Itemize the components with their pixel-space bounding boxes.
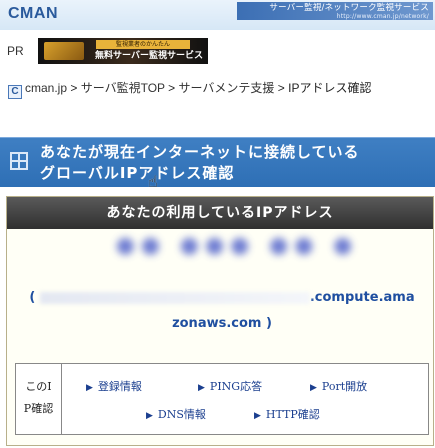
- breadcrumb-item-home[interactable]: cman.jp: [25, 81, 67, 95]
- arrow-right-icon: ▶: [310, 383, 317, 393]
- hand-cursor-icon: ☝: [148, 172, 158, 191]
- tool-link-http[interactable]: ▶ HTTP確認: [254, 406, 320, 422]
- hostname-value: ( .compute.ama zonaws.com ): [17, 285, 427, 337]
- tool-link-port[interactable]: ▶ Port開放: [310, 378, 367, 394]
- tool-link-dns[interactable]: ▶ DNS情報: [146, 406, 206, 422]
- ad-logo-icon: [44, 42, 84, 60]
- tool-link-label: DNS情報: [157, 408, 206, 421]
- header-banner-url: http://www.cman.jp/network/: [336, 13, 429, 20]
- breadcrumb-item-monitoring-top[interactable]: サーバ監視TOP: [81, 81, 165, 95]
- hostname-suffix: .compute.ama: [309, 290, 415, 305]
- ip-result-panel: あなたの利用しているIPアドレス ●● ●●● ●● ● ( .compute.…: [6, 196, 434, 446]
- ip-tools-label: このI P確認: [16, 364, 62, 434]
- site-header: CMAN サーバー監視/ネットワーク監視サービス http://www.cman…: [0, 0, 435, 30]
- ip-check-banner-line2: グローバルIPアドレス確認: [40, 164, 235, 182]
- pr-row: PR 監視業者のかんたん 無料サーバー監視サービス: [0, 34, 435, 66]
- tool-link-registration[interactable]: ▶ 登録情報: [86, 378, 142, 394]
- breadcrumb-item-maintenance[interactable]: サーバメンテ支援: [179, 81, 275, 95]
- tool-link-label: Port開放: [321, 380, 368, 393]
- tool-link-ping[interactable]: ▶ PING応答: [198, 378, 262, 394]
- grid-icon: [10, 152, 28, 170]
- ip-check-banner-text: あなたが現在インターネットに接続している グローバルIPアドレス確認: [40, 142, 432, 184]
- ip-result-title: あなたの利用しているIPアドレス: [7, 197, 433, 229]
- ad-tagline: 監視業者のかんたん: [96, 40, 190, 49]
- ad-text: 無料サーバー監視サービス: [95, 51, 203, 61]
- ip-check-banner-line1: あなたが現在インターネットに接続している: [40, 143, 360, 161]
- ip-tools-label-line1: このI: [25, 380, 52, 393]
- arrow-right-icon: ▶: [146, 411, 153, 421]
- ip-tools-label-line2: P確認: [23, 402, 54, 415]
- arrow-right-icon: ▶: [86, 383, 93, 393]
- arrow-right-icon: ▶: [254, 411, 261, 421]
- hostname-redacted: [39, 291, 310, 304]
- tool-link-label: HTTP確認: [265, 408, 320, 421]
- tool-link-label: 登録情報: [97, 380, 142, 393]
- ad-banner[interactable]: 監視業者のかんたん 無料サーバー監視サービス: [38, 38, 208, 64]
- breadcrumb-item-current: IPアドレス確認: [288, 81, 372, 95]
- header-banner[interactable]: サーバー監視/ネットワーク監視サービス http://www.cman.jp/n…: [237, 2, 433, 20]
- cman-icon: C: [8, 85, 22, 99]
- breadcrumb-separator: >: [274, 81, 289, 95]
- ip-address-value: ●● ●●● ●● ●: [115, 233, 359, 258]
- arrow-right-icon: ▶: [198, 383, 205, 393]
- tool-link-label: PING応答: [209, 380, 263, 393]
- breadcrumb-separator: >: [67, 81, 81, 95]
- hostname-open-paren: (: [29, 290, 36, 305]
- header-banner-title: サーバー監視/ネットワーク監視サービス: [269, 3, 429, 13]
- breadcrumb: Ccman.jp > サーバ監視TOP > サーバメンテ支援 > IPアドレス確…: [8, 80, 433, 99]
- site-logo[interactable]: CMAN: [8, 5, 58, 23]
- ip-check-banner[interactable]: あなたが現在インターネットに接続している グローバルIPアドレス確認: [0, 137, 435, 187]
- ip-tools-box: このI P確認 ▶ 登録情報 ▶ PING応答 ▶ Port開放 ▶ DNS情報 ▶ HT…: [15, 363, 429, 435]
- pr-label: PR: [7, 44, 24, 58]
- breadcrumb-separator: >: [164, 81, 179, 95]
- hostname-line2: zonaws.com ): [172, 316, 272, 331]
